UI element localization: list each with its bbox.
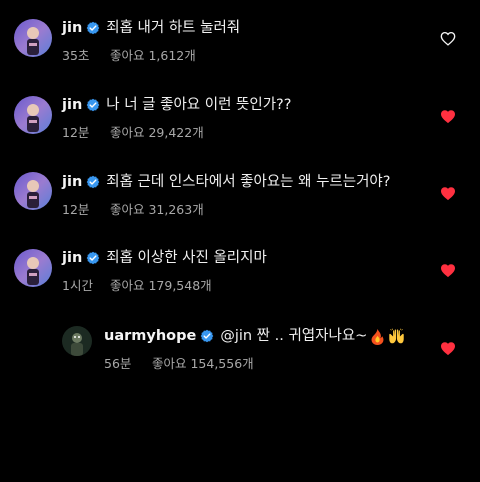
comment-timestamp: 35초 bbox=[62, 48, 90, 63]
reply-like-count[interactable]: 좋아요 154,556개 bbox=[152, 353, 254, 372]
comment-like-count[interactable]: 좋아요 1,612개 bbox=[110, 45, 196, 64]
jin-avatar-icon[interactable] bbox=[14, 96, 52, 134]
comment-username[interactable]: jin bbox=[62, 18, 82, 38]
comment-like-count[interactable]: 좋아요 31,263개 bbox=[110, 199, 204, 218]
heart-filled-icon[interactable] bbox=[440, 263, 456, 278]
verified-badge-icon bbox=[86, 98, 100, 112]
comment-text: 나 너 글 좋아요 이런 뜻인가?? bbox=[106, 97, 292, 113]
heart-filled-icon[interactable] bbox=[440, 186, 456, 201]
heart-outline-icon[interactable] bbox=[440, 31, 456, 46]
verified-badge-icon bbox=[201, 329, 214, 343]
jin-avatar-icon[interactable] bbox=[14, 249, 52, 287]
reply-timestamp: 56분 bbox=[104, 356, 132, 371]
heart-filled-icon[interactable] bbox=[440, 109, 456, 124]
reply-text: @jin 짠 .. 귀엽자나요~ bbox=[220, 328, 368, 344]
jin-avatar-icon[interactable] bbox=[14, 19, 52, 57]
comment-username[interactable]: jin bbox=[62, 95, 82, 115]
comment-username[interactable]: jin bbox=[62, 172, 82, 192]
fire-emoji bbox=[371, 328, 384, 345]
hope-avatar-icon[interactable] bbox=[62, 326, 92, 356]
heart-filled-icon[interactable] bbox=[440, 341, 456, 356]
comment-text: 죄홉 내거 하트 눌러줘 bbox=[106, 20, 241, 36]
comment-timestamp: 12분 bbox=[62, 125, 90, 140]
comment-timestamp: 12분 bbox=[62, 202, 90, 217]
comment-like-count[interactable]: 좋아요 29,422개 bbox=[110, 122, 204, 141]
jin-avatar-icon[interactable] bbox=[14, 172, 52, 210]
comment-username[interactable]: jin bbox=[62, 248, 82, 268]
verified-badge-icon bbox=[86, 251, 100, 265]
comment-like-count[interactable]: 좋아요 179,548개 bbox=[110, 275, 212, 294]
reply-username[interactable]: uarmyhope bbox=[104, 326, 196, 346]
verified-badge-icon bbox=[86, 175, 100, 189]
comment-text: 죄홉 이상한 사진 올리지마 bbox=[106, 250, 267, 266]
raised-hands-emoji bbox=[389, 328, 405, 343]
comment-text: 죄홉 근데 인스타에서 좋아요는 왜 누르는거야? bbox=[106, 174, 391, 190]
verified-badge-icon bbox=[86, 21, 100, 35]
comment-timestamp: 1시간 bbox=[62, 278, 93, 293]
